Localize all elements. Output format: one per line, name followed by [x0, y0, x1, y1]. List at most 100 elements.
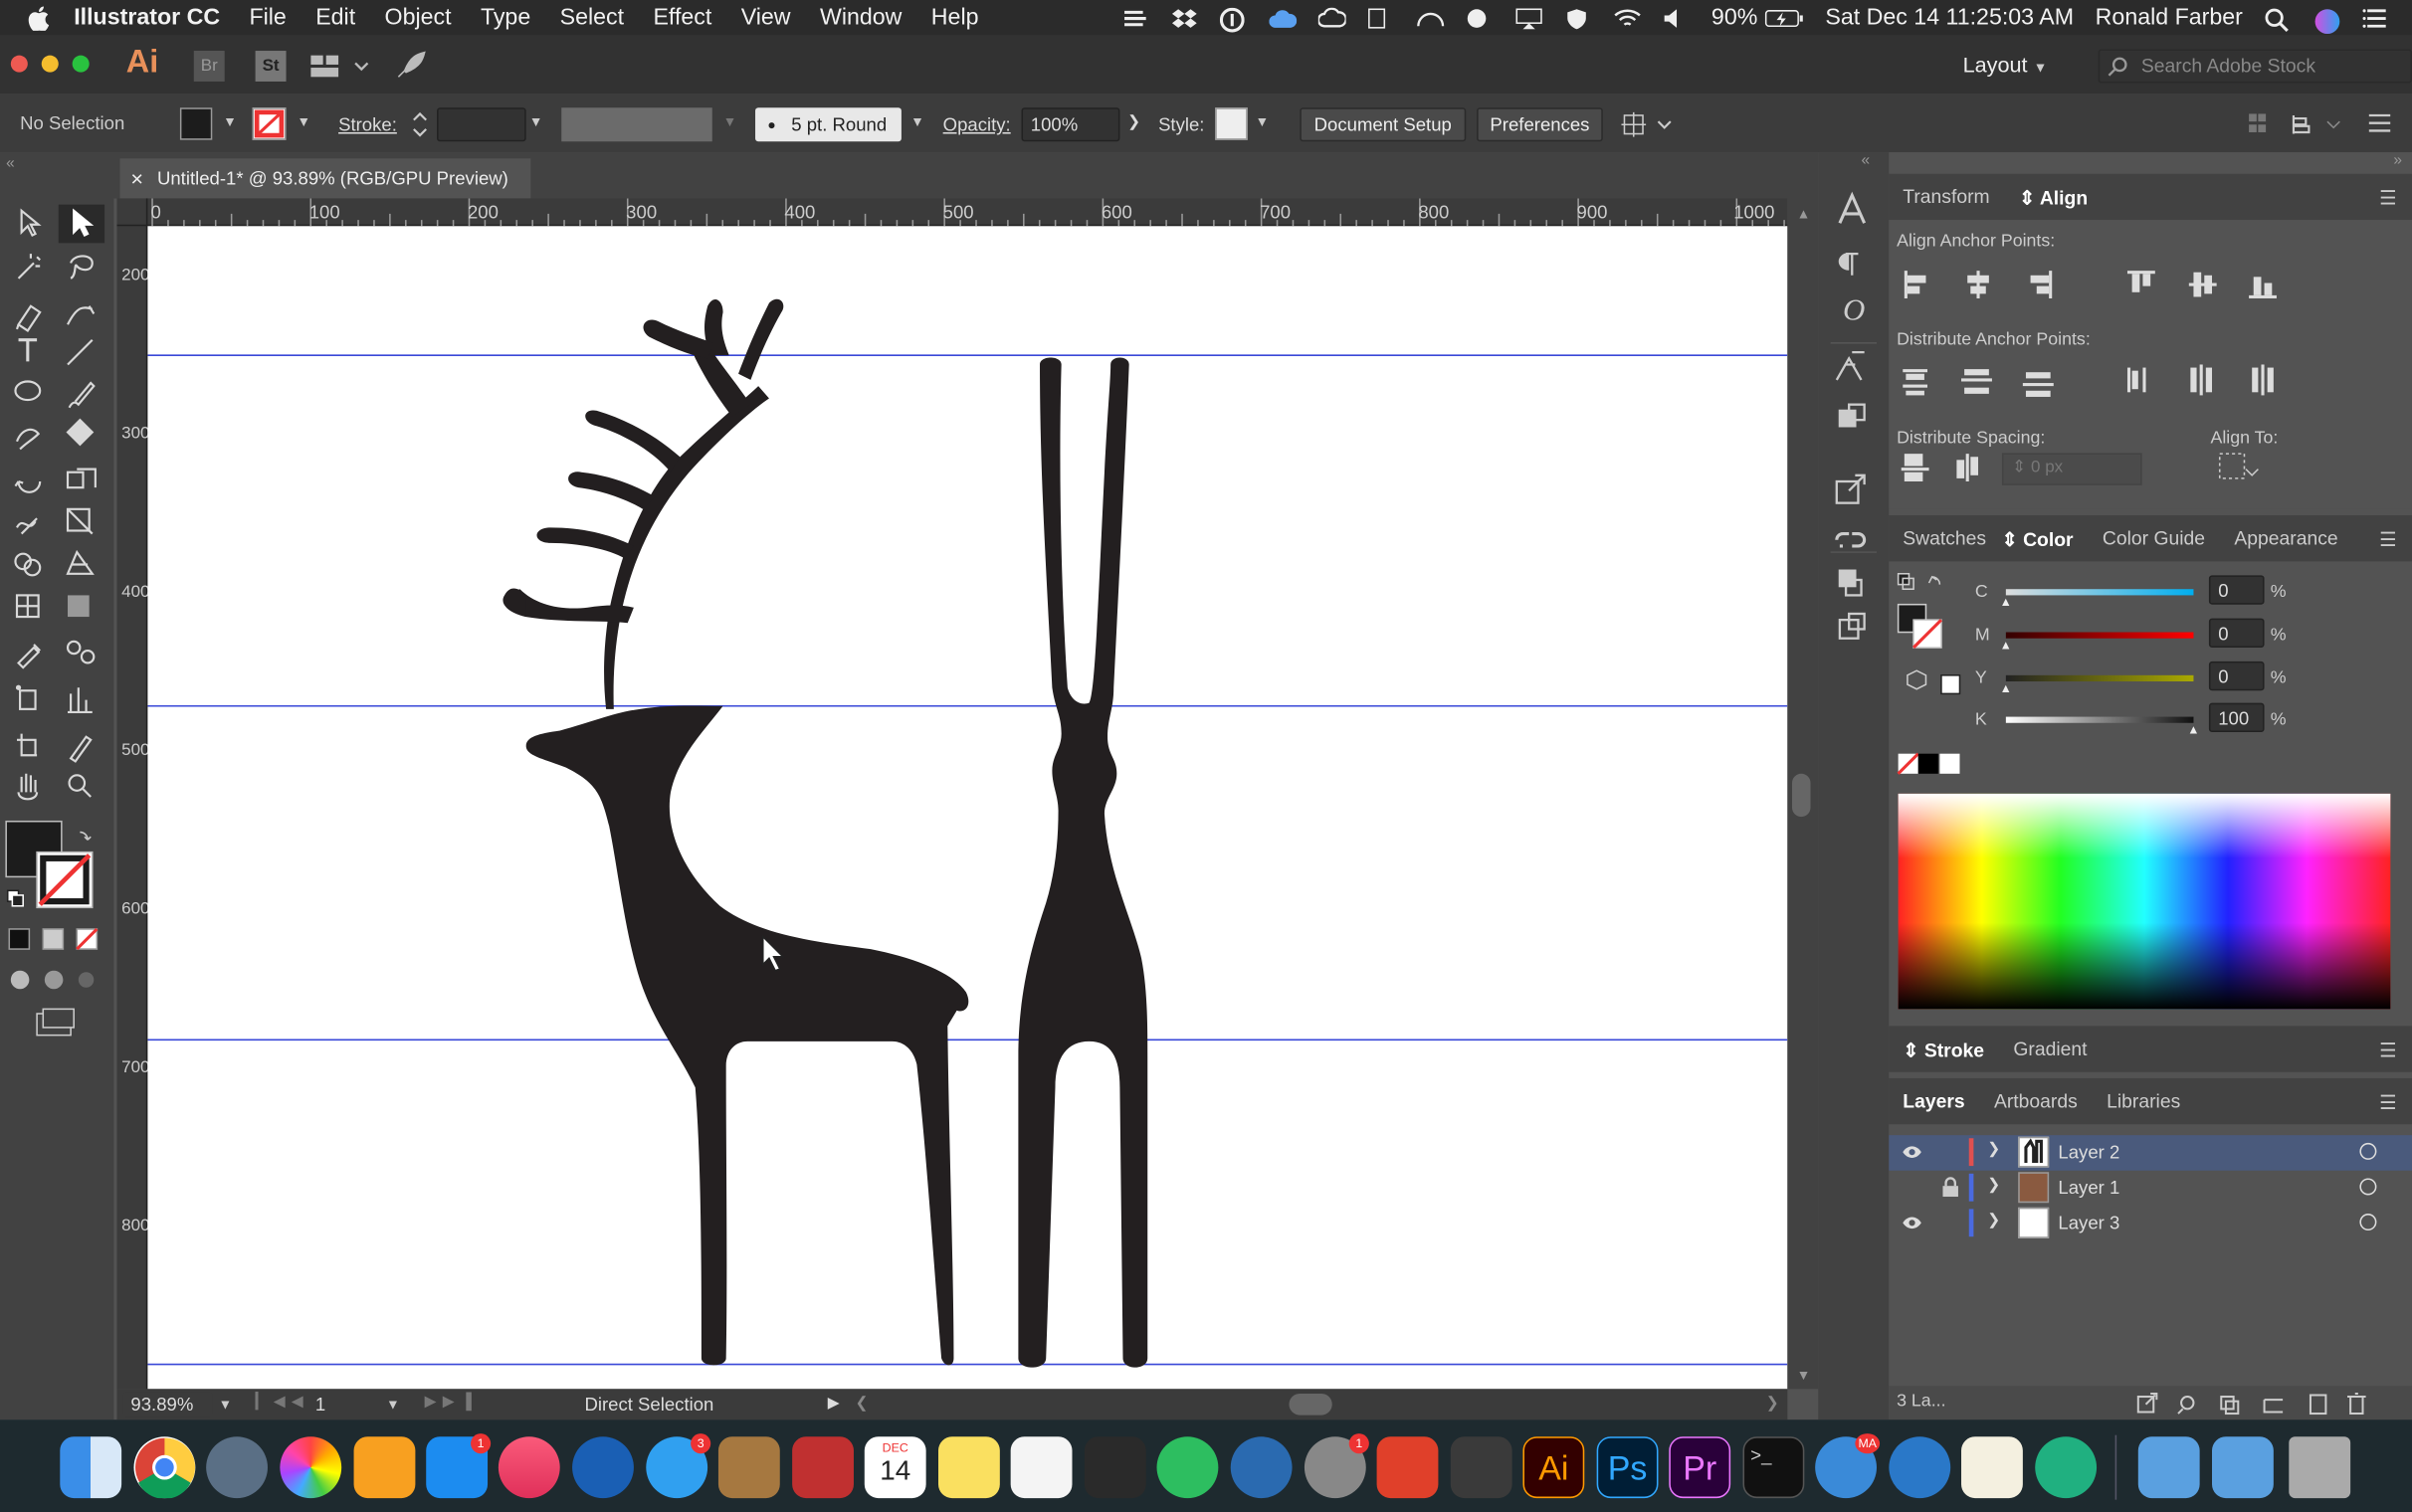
- applications-folder-icon[interactable]: [2137, 1436, 2200, 1499]
- dropbox-icon[interactable]: [1170, 7, 1198, 29]
- close-document-icon[interactable]: ×: [130, 166, 143, 191]
- stroke-weight-stepper[interactable]: [409, 107, 431, 141]
- premiere-dock-icon[interactable]: Pr: [1669, 1436, 1731, 1499]
- target-icon[interactable]: [2359, 1178, 2377, 1196]
- app-store-icon[interactable]: 1: [426, 1433, 492, 1499]
- gpu-performance-icon[interactable]: [395, 49, 426, 80]
- scroll-down-icon[interactable]: ▼: [1797, 1368, 1811, 1383]
- notification-center-icon[interactable]: [2362, 7, 2391, 29]
- stroke-weight-dropdown-icon[interactable]: ▼: [529, 113, 543, 128]
- minimize-window-button[interactable]: [41, 55, 59, 73]
- panel-menu-icon[interactable]: ☰: [2379, 527, 2396, 550]
- status-menu-icon[interactable]: ▶: [828, 1395, 840, 1412]
- target-icon[interactable]: [2359, 1142, 2377, 1160]
- vertical-scrollbar[interactable]: ▲ ▼: [1787, 198, 1819, 1390]
- preview-icon[interactable]: [1961, 1436, 2023, 1499]
- photo-booth-icon[interactable]: [792, 1436, 854, 1499]
- atom-icon[interactable]: [2035, 1436, 2098, 1499]
- dock-icons[interactable]: O: [1818, 183, 1889, 675]
- panel-menu-icon[interactable]: ☰: [2379, 1038, 2396, 1061]
- trash-icon[interactable]: [2289, 1436, 2351, 1499]
- spotlight-icon[interactable]: [2265, 7, 2293, 32]
- menu-select[interactable]: Select: [560, 5, 624, 31]
- tab-artboards[interactable]: Artboards: [1994, 1090, 2078, 1112]
- graphic-style-swatch[interactable]: [1215, 107, 1248, 140]
- slider-k-thumb[interactable]: ▲: [2187, 723, 2199, 737]
- calendar-icon[interactable]: DEC 14: [864, 1436, 926, 1499]
- menu-edit[interactable]: Edit: [315, 5, 355, 31]
- panel-menu-icon[interactable]: ☰: [2379, 1090, 2396, 1113]
- slider-y-track[interactable]: [2005, 674, 2194, 682]
- menu-type[interactable]: Type: [481, 5, 530, 31]
- evernote-icon[interactable]: [1156, 1436, 1219, 1499]
- fill-swatch[interactable]: [179, 107, 213, 140]
- spacing-input[interactable]: ⇕ 0 px: [2012, 457, 2063, 477]
- script-icon[interactable]: [1367, 7, 1395, 29]
- system-preferences-icon[interactable]: 1: [1304, 1433, 1369, 1499]
- ruler-origin[interactable]: [116, 198, 148, 227]
- airplay-icon[interactable]: [1514, 7, 1542, 29]
- photoshop-dock-icon[interactable]: Ps: [1596, 1436, 1659, 1499]
- preferences-button[interactable]: Preferences: [1477, 107, 1603, 142]
- stock-search-field[interactable]: Search Adobe Stock: [2098, 49, 2412, 84]
- notes-icon[interactable]: [937, 1436, 1000, 1499]
- collapse-tools-icon[interactable]: «: [6, 155, 15, 172]
- bridge-button[interactable]: Br: [193, 51, 225, 82]
- tab-libraries[interactable]: Libraries: [2107, 1090, 2180, 1112]
- webstorm-icon[interactable]: [1230, 1436, 1293, 1499]
- layer-name[interactable]: Layer 2: [2058, 1141, 2119, 1163]
- tab-stroke[interactable]: ⇕ Stroke: [1903, 1038, 1984, 1061]
- collapse-panels-icon[interactable]: »: [2393, 152, 2402, 169]
- stock-button[interactable]: St: [255, 51, 287, 82]
- fill-dropdown-icon[interactable]: ▼: [223, 113, 237, 128]
- voice-memo-icon[interactable]: [1084, 1436, 1146, 1499]
- channel-c-input[interactable]: 0: [2208, 575, 2265, 605]
- layer-name[interactable]: Layer 1: [2058, 1177, 2119, 1199]
- target-icon[interactable]: [2359, 1214, 2377, 1231]
- activity-icon[interactable]: [1416, 7, 1444, 29]
- workspace-switcher[interactable]: Layout ▼: [1963, 53, 2048, 78]
- app-menu[interactable]: Illustrator CC: [74, 5, 220, 31]
- tab-appearance[interactable]: Appearance: [2234, 527, 2337, 549]
- tab-gradient[interactable]: Gradient: [2013, 1039, 2087, 1060]
- scroll-right-icon[interactable]: ❯: [1766, 1395, 1779, 1412]
- photos-icon[interactable]: [280, 1436, 342, 1499]
- lock-icon[interactable]: [1941, 1177, 1960, 1199]
- sublime-text-icon[interactable]: [1450, 1436, 1512, 1499]
- profile-dropdown-icon[interactable]: ▼: [723, 113, 737, 128]
- artboard-prev-icons[interactable]: ▎◀◀: [256, 1394, 309, 1411]
- tab-layers[interactable]: Layers: [1903, 1090, 1964, 1112]
- eye-icon[interactable]: [1902, 1144, 1923, 1159]
- apple-icon[interactable]: [28, 5, 50, 31]
- artboard-canvas[interactable]: [147, 226, 1788, 1390]
- quicktime-icon[interactable]: [1889, 1436, 1951, 1499]
- slider-y-thumb[interactable]: ▲: [2000, 681, 2012, 695]
- menu-view[interactable]: View: [741, 5, 791, 31]
- user-name[interactable]: Ronald Farber: [2096, 5, 2243, 31]
- stroke-weight-input[interactable]: [437, 107, 526, 142]
- scrollbar-thumb[interactable]: [1791, 773, 1811, 818]
- scroll-left-icon[interactable]: ❮: [856, 1395, 869, 1412]
- chrome-icon[interactable]: [133, 1436, 196, 1499]
- control-menu-icon[interactable]: [2368, 113, 2391, 132]
- brush-definition[interactable]: ● 5 pt. Round: [755, 107, 902, 142]
- expand-layer-icon[interactable]: ❯: [1987, 1212, 2000, 1228]
- vertical-ruler[interactable]: 200 300 400 500 600 700 800: [116, 226, 150, 1390]
- arrange-documents-icon[interactable]: [310, 54, 369, 79]
- messages-icon[interactable]: 3: [646, 1433, 711, 1499]
- cloud-icon[interactable]: [1268, 7, 1297, 29]
- status-icon[interactable]: [1120, 7, 1148, 29]
- stroke-label[interactable]: Stroke:: [338, 113, 397, 135]
- reminders-icon[interactable]: [1010, 1436, 1073, 1499]
- artwork[interactable]: [147, 226, 1788, 1389]
- tab-transform[interactable]: Transform: [1903, 186, 1989, 208]
- music-icon[interactable]: [498, 1436, 560, 1499]
- slider-m-thumb[interactable]: ▲: [2000, 639, 2012, 653]
- layer-row[interactable]: ❯ Layer 3: [1889, 1206, 2412, 1241]
- siri-icon[interactable]: [2313, 7, 2341, 34]
- volume-icon[interactable]: [1662, 7, 1690, 29]
- color-spectrum[interactable]: [1899, 794, 2391, 1009]
- channel-m-input[interactable]: 0: [2208, 618, 2265, 648]
- document-setup-button[interactable]: Document Setup: [1300, 107, 1467, 142]
- evernote-icon[interactable]: [1466, 7, 1494, 29]
